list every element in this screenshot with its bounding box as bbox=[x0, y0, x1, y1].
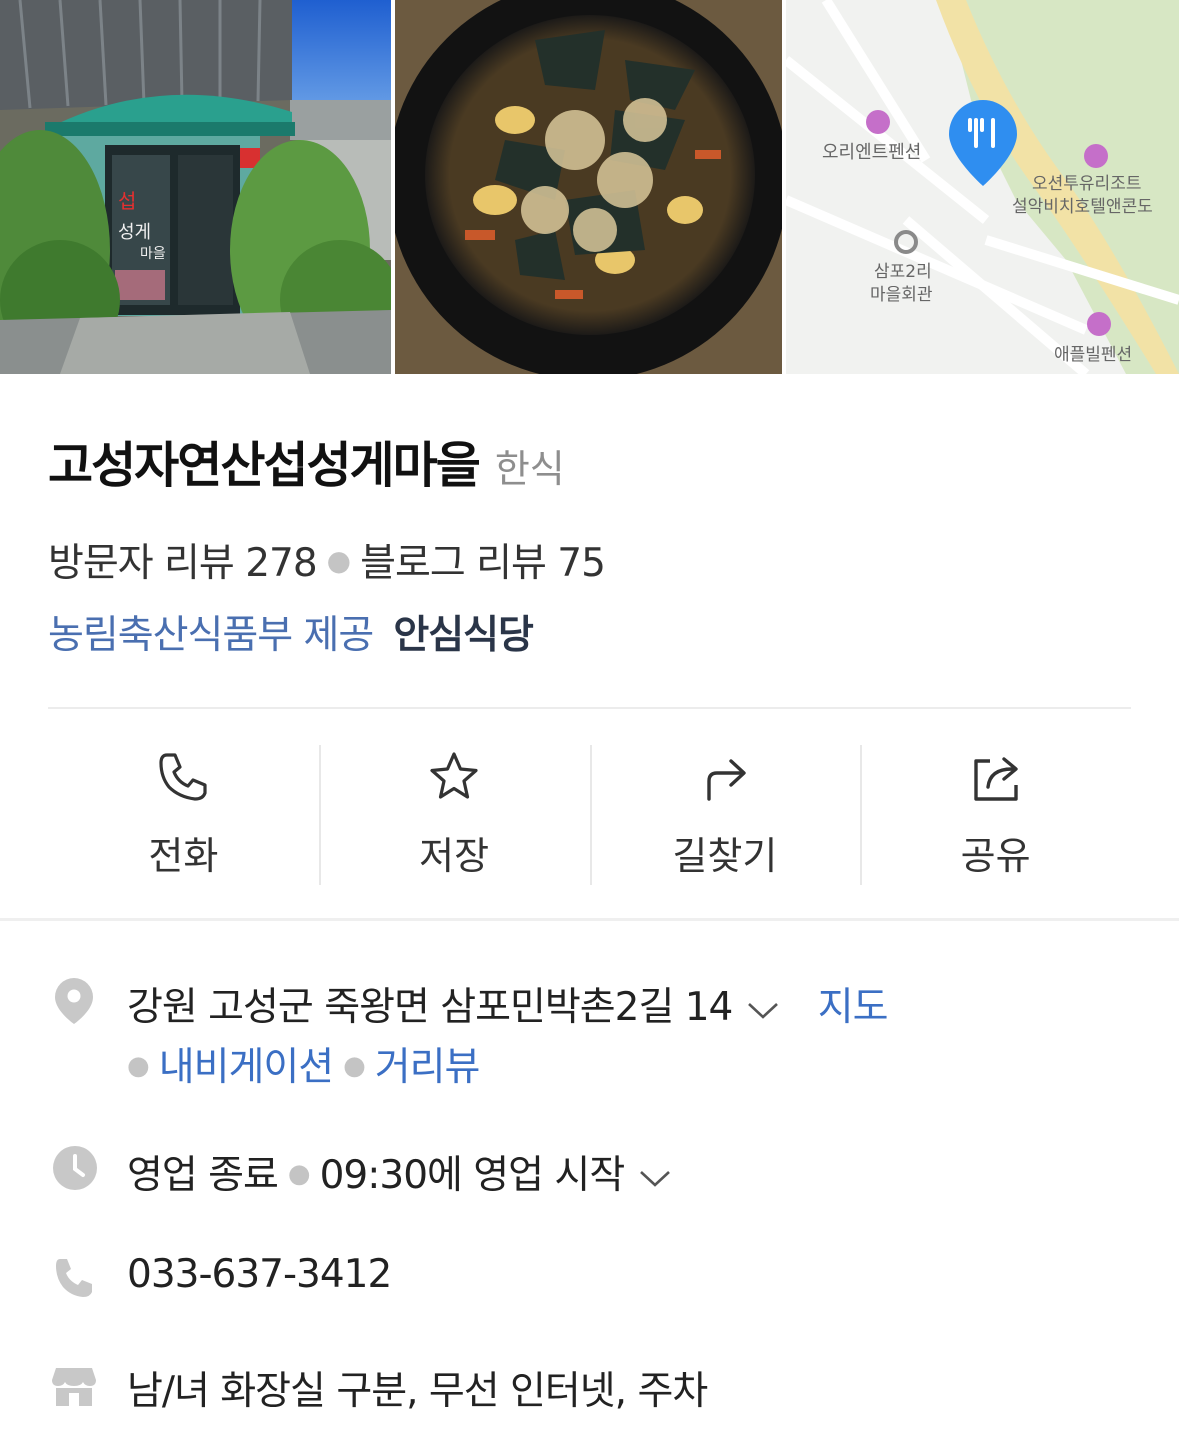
directions-button[interactable]: 길찾기 bbox=[589, 745, 861, 885]
save-button[interactable]: 저장 bbox=[318, 745, 590, 885]
map-label-apple: 애플빌펜션 bbox=[1054, 345, 1132, 365]
map-label-sampo: 삼포2리 bbox=[874, 262, 932, 282]
blog-reviews-link[interactable]: 블로그 리뷰 75 bbox=[360, 541, 606, 586]
separator-dot: ● bbox=[343, 1051, 366, 1081]
phone-icon bbox=[159, 753, 207, 801]
map-label-seorak: 설악비치호텔앤콘도 bbox=[1012, 197, 1153, 217]
map-label-hall: 마을회관 bbox=[870, 285, 933, 305]
directions-icon bbox=[707, 759, 746, 801]
chevron-down-icon[interactable] bbox=[746, 999, 780, 1021]
map-label-ocean: 오션투유리조트 bbox=[1032, 174, 1141, 194]
sign-text-2: 성게 bbox=[118, 222, 151, 243]
star-icon bbox=[430, 752, 478, 799]
separator-dot: ● bbox=[127, 1051, 150, 1081]
address-row: 강원 고성군 죽왕면 삼포민박촌2길 14 지도 bbox=[127, 976, 889, 1032]
divider bbox=[48, 707, 1131, 709]
chevron-down-icon[interactable] bbox=[638, 1167, 672, 1189]
review-summary: 방문자 리뷰 278 ● 블로그 리뷰 75 bbox=[48, 532, 606, 588]
clock-icon bbox=[53, 1146, 97, 1190]
separator-dot: ● bbox=[326, 544, 351, 577]
share-label: 공유 bbox=[960, 834, 1031, 878]
amenities-text: 남/녀 화장실 구분, 무선 인터넷, 주차 bbox=[127, 1369, 708, 1414]
certification: 농림축산식품부 제공 안심식당 bbox=[48, 604, 534, 660]
safe-restaurant-badge[interactable]: 안심식당 bbox=[393, 604, 534, 660]
call-button[interactable]: 전화 bbox=[48, 745, 319, 885]
phone-number[interactable]: 033-637-3412 bbox=[127, 1252, 392, 1297]
opening-time: 09:30에 영업 시작 bbox=[319, 1153, 626, 1198]
address-links: ● 내비게이션 ● 거리뷰 bbox=[127, 1036, 481, 1092]
store-icon bbox=[52, 1368, 96, 1406]
share-icon bbox=[973, 757, 1018, 801]
share-button[interactable]: 공유 bbox=[860, 745, 1131, 885]
phone-icon bbox=[56, 1259, 92, 1297]
photo-gallery[interactable]: 섭 성게 마을 오리엔트펜션 오션투유리조트 설악비치호텔앤콘도 삼포2리 마을… bbox=[0, 0, 1179, 374]
hours-row[interactable]: 영업 종료 ● 09:30에 영업 시작 bbox=[127, 1144, 672, 1200]
map-label-orient: 오리엔트펜션 bbox=[822, 142, 921, 163]
streetview-link[interactable]: 거리뷰 bbox=[375, 1045, 481, 1090]
sign-text-3: 마을 bbox=[140, 246, 166, 262]
visitor-reviews-link[interactable]: 방문자 리뷰 278 bbox=[48, 541, 318, 586]
call-label: 전화 bbox=[148, 834, 219, 878]
save-label: 저장 bbox=[419, 834, 490, 878]
directions-label: 길찾기 bbox=[672, 834, 778, 878]
cert-provider: 농림축산식품부 제공 bbox=[48, 613, 374, 658]
map-thumbnail[interactable]: 오리엔트펜션 오션투유리조트 설악비치호텔앤콘도 삼포2리 마을회관 애플빌펜션 bbox=[786, 0, 1179, 374]
address-text: 강원 고성군 죽왕면 삼포민박촌2길 14 bbox=[127, 985, 733, 1030]
location-pin-icon bbox=[55, 978, 93, 1024]
action-bar: 전화 저장 길찾기 공유 bbox=[48, 745, 1131, 885]
place-category: 한식 bbox=[494, 447, 565, 491]
sign-text-1: 섭 bbox=[118, 189, 136, 213]
navigation-link[interactable]: 내비게이션 bbox=[159, 1045, 334, 1090]
place-title-row: 고성자연산섭성게마을 한식 bbox=[48, 426, 565, 497]
place-name: 고성자연산섭성게마을 bbox=[48, 437, 481, 494]
map-link[interactable]: 지도 bbox=[818, 985, 889, 1030]
separator-dot: ● bbox=[287, 1159, 311, 1189]
business-status: 영업 종료 bbox=[127, 1153, 279, 1198]
section-divider bbox=[0, 918, 1179, 921]
storefront-photo[interactable]: 섭 성게 마을 bbox=[0, 0, 391, 374]
food-photo[interactable] bbox=[395, 0, 782, 374]
